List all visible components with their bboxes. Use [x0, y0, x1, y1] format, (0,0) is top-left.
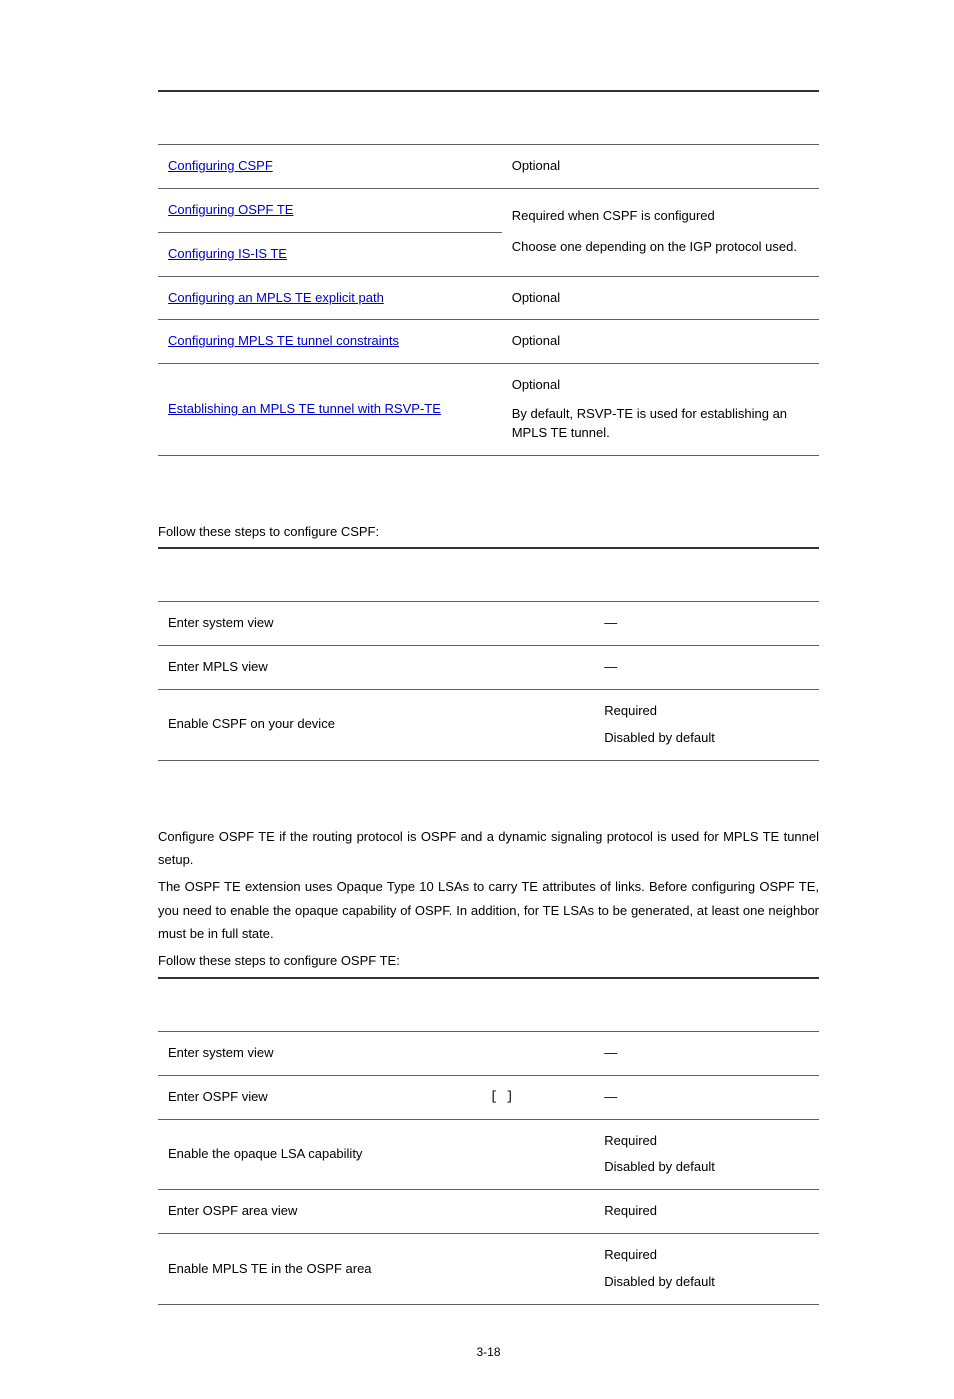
step-desc: Enable CSPF on your device: [158, 689, 396, 760]
establishing-rsvp-te-link[interactable]: Establishing an MPLS TE tunnel with RSVP…: [168, 401, 441, 416]
table-row: Configuring MPLS TE tunnel constraints O…: [158, 320, 819, 364]
table-row: Enter MPLS view —: [158, 645, 819, 689]
step-desc: Enter system view: [158, 602, 396, 646]
ospf-te-steps-table: Enter system view — Enter OSPF view [ ] …: [158, 977, 819, 1305]
cell-line: Optional: [512, 376, 809, 395]
step-remark: —: [594, 1031, 819, 1075]
step-remark: Required: [594, 1190, 819, 1234]
table-row: Establishing an MPLS TE tunnel with RSVP…: [158, 364, 819, 456]
step-remark: —: [594, 645, 819, 689]
page-number: 3-18: [158, 1345, 819, 1359]
paragraph: The OSPF TE extension uses Opaque Type 1…: [158, 875, 819, 945]
step-remark: —: [594, 602, 819, 646]
table-row: Configuring CSPF Optional: [158, 145, 819, 189]
cell-text: Optional: [502, 320, 819, 364]
step-desc: Enter OSPF view: [158, 1075, 409, 1119]
step-remark: Required Disabled by default: [594, 1234, 819, 1305]
cell-text: Required when CSPF is configured Choose …: [502, 188, 819, 276]
paragraph: Follow these steps to configure OSPF TE:: [158, 949, 819, 972]
table-row: Configuring OSPF TE Required when CSPF i…: [158, 188, 819, 232]
table-row: Enter system view —: [158, 602, 819, 646]
table-row: Configuring an MPLS TE explicit path Opt…: [158, 276, 819, 320]
remark-line: Disabled by default: [604, 1158, 809, 1177]
table-row: Enable the opaque LSA capability Require…: [158, 1119, 819, 1190]
configuring-isis-te-link[interactable]: Configuring IS-IS TE: [168, 246, 287, 261]
remark-line: Disabled by default: [604, 1273, 809, 1292]
configuring-explicit-path-link[interactable]: Configuring an MPLS TE explicit path: [168, 290, 384, 305]
table-row: Enter OSPF area view Required: [158, 1190, 819, 1234]
step-desc: Enter OSPF area view: [158, 1190, 409, 1234]
step-desc: Enter MPLS view: [158, 645, 396, 689]
cell-line: By default, RSVP-TE is used for establis…: [512, 405, 809, 443]
step-desc: Enter system view: [158, 1031, 409, 1075]
remark-line: Required: [604, 1132, 809, 1151]
table-header-row: [158, 548, 819, 602]
configuring-tunnel-constraints-link[interactable]: Configuring MPLS TE tunnel constraints: [168, 333, 399, 348]
step-command: [ ]: [409, 1075, 594, 1119]
configuring-cspf-heading: [158, 484, 819, 502]
configuring-cspf-link[interactable]: Configuring CSPF: [168, 158, 273, 173]
task-table: Configuring CSPF Optional Configuring OS…: [158, 90, 819, 456]
table-row: Enable CSPF on your device Required Disa…: [158, 689, 819, 760]
cell-line: Required when CSPF is configured: [512, 207, 809, 226]
table-row: Enter OSPF view [ ] —: [158, 1075, 819, 1119]
step-desc: Enable MPLS TE in the OSPF area: [158, 1234, 409, 1305]
table-row: Enter system view —: [158, 1031, 819, 1075]
cell-line: Choose one depending on the IGP protocol…: [512, 238, 809, 257]
cspf-steps-table: Enter system view — Enter MPLS view — En…: [158, 547, 819, 760]
page-container: Configuring CSPF Optional Configuring OS…: [0, 0, 954, 1399]
paragraph: Follow these steps to configure CSPF:: [158, 520, 819, 543]
cell-text: Optional: [502, 276, 819, 320]
paragraph: Configure OSPF TE if the routing protoco…: [158, 825, 819, 872]
configuring-ospf-te-link[interactable]: Configuring OSPF TE: [168, 202, 293, 217]
remark-line: Disabled by default: [604, 729, 809, 748]
step-remark: Required Disabled by default: [594, 1119, 819, 1190]
step-remark: Required Disabled by default: [594, 689, 819, 760]
remark-line: Required: [604, 702, 809, 721]
remark-line: Required: [604, 1246, 809, 1265]
configuring-ospf-te-heading: [158, 789, 819, 807]
cell-text: Optional: [502, 145, 819, 189]
cell-text: Optional By default, RSVP-TE is used for…: [502, 364, 819, 456]
table-header-row: [158, 91, 819, 145]
table-header-row: [158, 978, 819, 1032]
step-desc: Enable the opaque LSA capability: [158, 1119, 409, 1190]
step-remark: —: [594, 1075, 819, 1119]
table-row: Enable MPLS TE in the OSPF area Required…: [158, 1234, 819, 1305]
